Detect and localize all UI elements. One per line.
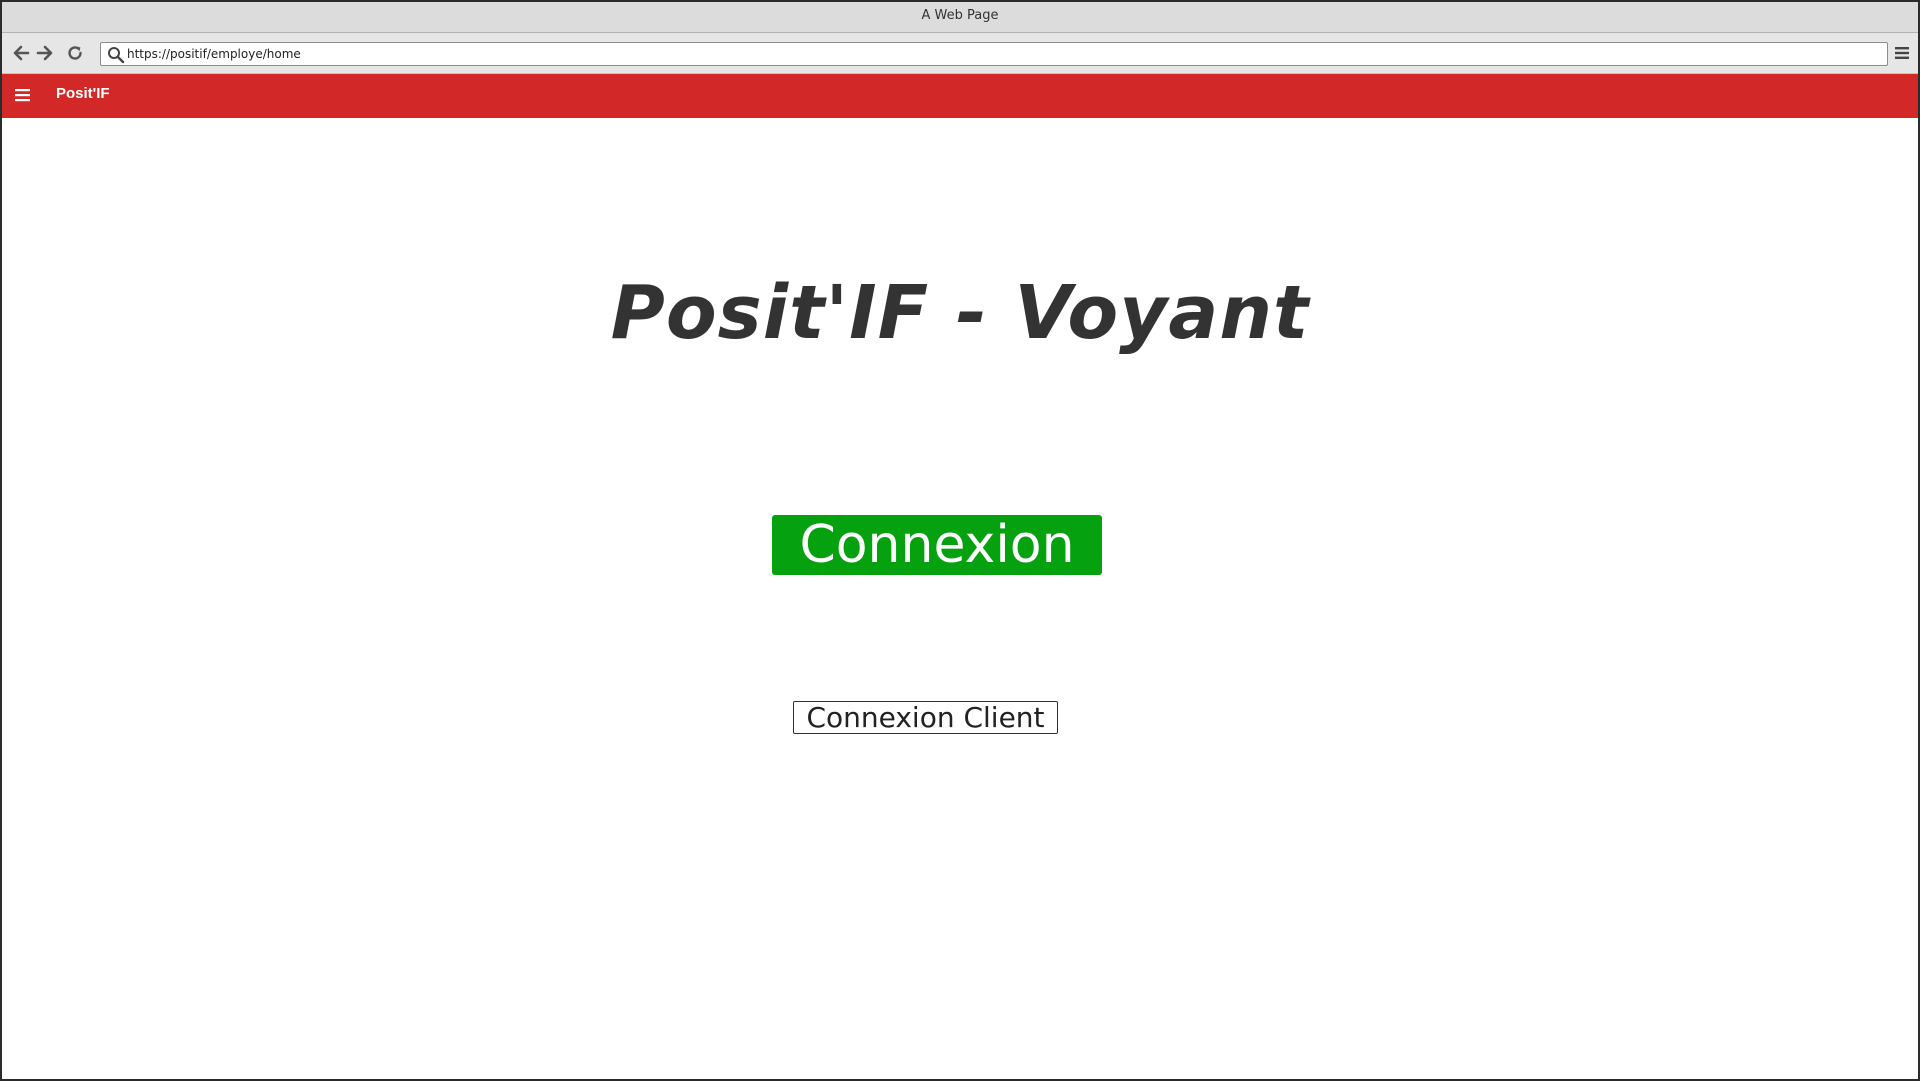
arrow-left-icon [13, 45, 30, 61]
browser-menu-button[interactable] [1892, 43, 1912, 63]
window-title: A Web Page [921, 8, 999, 23]
back-button[interactable] [10, 42, 32, 64]
address-bar[interactable] [100, 42, 1888, 66]
app-title: Posit'IF [56, 85, 110, 102]
hamburger-icon [15, 89, 30, 102]
browser-toolbar [2, 33, 1918, 74]
refresh-icon [68, 46, 82, 60]
window-titlebar: A Web Page [2, 2, 1918, 33]
url-input[interactable] [127, 44, 1877, 64]
hamburger-menu-button[interactable] [14, 86, 32, 104]
reload-button[interactable] [64, 42, 86, 64]
menu-icon [1895, 47, 1909, 59]
browser-window: A Web Page https://positif/employe/home … [0, 0, 1920, 1081]
arrow-right-icon [36, 45, 53, 61]
connexion-button[interactable]: Connexion [772, 515, 1102, 575]
forward-button[interactable] [34, 42, 56, 64]
search-icon [108, 47, 125, 64]
page-title: Posit'IF - Voyant [610, 270, 1310, 356]
connexion-client-button[interactable]: Connexion Client [793, 701, 1058, 734]
app-header: Posit'IF [2, 74, 1918, 118]
